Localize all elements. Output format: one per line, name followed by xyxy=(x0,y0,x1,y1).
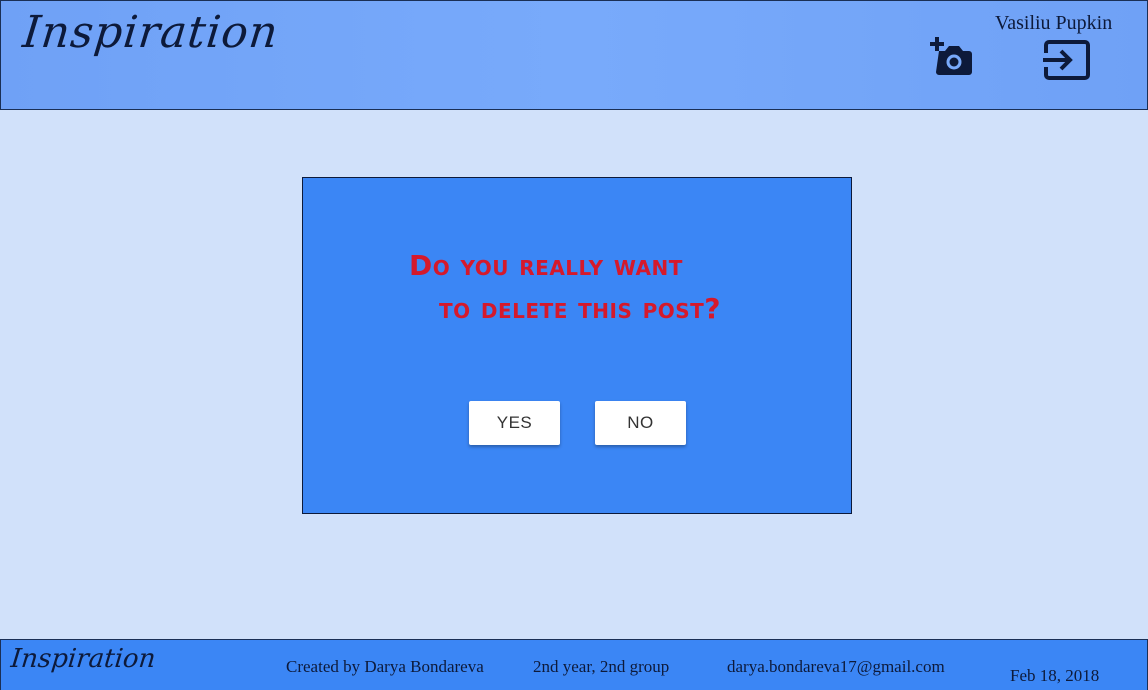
question-line-2: to delete this post? xyxy=(439,292,722,325)
logout-icon xyxy=(1043,40,1090,80)
footer: Inspiration Created by Darya Bondareva 2… xyxy=(0,639,1148,690)
footer-author: Created by Darya Bondareva xyxy=(286,657,484,676)
footer-group: 2nd year, 2nd group xyxy=(533,657,670,676)
add-photo-camera-icon xyxy=(930,37,972,75)
footer-logo: Inspiration xyxy=(9,644,157,674)
no-button[interactable]: NO xyxy=(595,401,686,445)
app-logo[interactable]: Inspiration xyxy=(20,7,281,58)
header: Inspiration Vasiliu Pupkin xyxy=(0,0,1148,110)
question-line-1: Do you really want xyxy=(409,249,683,282)
user-name[interactable]: Vasiliu Pupkin xyxy=(995,12,1112,35)
footer-email[interactable]: darya.bondareva17@gmail.com xyxy=(727,657,945,677)
yes-button[interactable]: YES xyxy=(469,401,560,445)
footer-date: Feb 18, 2018 xyxy=(1010,666,1100,685)
add-photo-button[interactable] xyxy=(929,35,975,77)
logout-button[interactable] xyxy=(1041,39,1091,81)
delete-question: Do you really want to delete this post? xyxy=(303,244,851,330)
delete-confirm-dialog: Do you really want to delete this post? … xyxy=(302,177,852,514)
